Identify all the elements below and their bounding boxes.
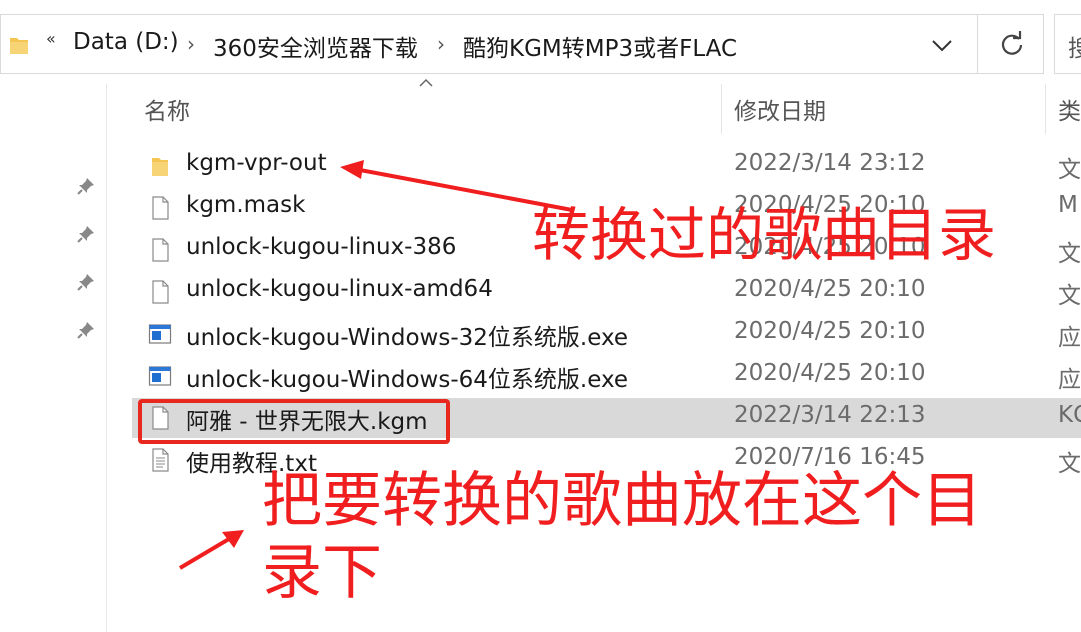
file-name: unlock-kugou-Windows-64位系统版.exe <box>186 367 629 393</box>
file-date: 2022/3/14 23:12 <box>734 150 926 176</box>
exe-icon <box>148 324 172 344</box>
navigation-pane <box>0 80 106 632</box>
sort-ascending-icon <box>419 78 433 87</box>
column-divider[interactable] <box>721 84 722 134</box>
column-header-name[interactable]: 名称 <box>144 92 190 126</box>
file-row[interactable]: unlock-kugou-linux-amd64 2020/4/25 20:10… <box>132 272 1081 312</box>
breadcrumb-downloads[interactable]: 360安全浏览器下载 <box>213 29 418 63</box>
exe-icon <box>148 366 172 386</box>
chevron-down-icon[interactable] <box>931 39 953 53</box>
file-type: 文 <box>1058 451 1081 477</box>
file-type: KG <box>1058 402 1081 428</box>
file-name: kgm.mask <box>186 192 306 218</box>
file-row[interactable]: kgm-vpr-out 2022/3/14 23:12 文 <box>132 146 1081 186</box>
breadcrumb-drive[interactable]: Data (D:) <box>73 29 179 55</box>
pin-icon[interactable] <box>76 272 96 292</box>
file-name: unlock-kugou-Windows-32位系统版.exe <box>186 325 629 351</box>
file-type: 文 <box>1058 241 1081 267</box>
file-type: 应 <box>1058 325 1081 351</box>
file-type: 文 <box>1058 157 1081 183</box>
address-divider <box>977 15 978 73</box>
file-type: 应 <box>1058 367 1081 393</box>
breadcrumb-current-folder[interactable]: 酷狗KGM转MP3或者FLAC <box>463 29 737 63</box>
column-header-modified[interactable]: 修改日期 <box>734 92 826 126</box>
search-placeholder: 搜 <box>1068 36 1081 62</box>
address-bar[interactable]: « Data (D:) › 360安全浏览器下载 › 酷狗KGM转MP3或者FL… <box>0 14 1044 74</box>
file-row[interactable]: unlock-kugou-Windows-64位系统版.exe 2020/4/2… <box>132 356 1081 396</box>
file-explorer-window: « Data (D:) › 360安全浏览器下载 › 酷狗KGM转MP3或者FL… <box>0 0 1081 632</box>
file-name: unlock-kugou-linux-amd64 <box>186 276 493 302</box>
breadcrumb-separator-icon[interactable]: › <box>187 32 195 56</box>
pin-icon[interactable] <box>76 320 96 340</box>
annotation-input-dir: 把要转换的歌曲放在这个目录下 <box>262 466 982 608</box>
column-header-type[interactable]: 类 <box>1058 92 1081 126</box>
folder-icon <box>152 158 168 176</box>
pin-icon[interactable] <box>76 176 96 196</box>
highlight-box <box>138 399 450 444</box>
refresh-icon[interactable] <box>999 31 1025 57</box>
file-icon <box>152 196 169 220</box>
file-type: 文 <box>1058 283 1081 309</box>
text-file-icon <box>152 448 169 472</box>
arrow-to-input-file <box>178 530 244 570</box>
file-date: 2020/4/25 20:10 <box>734 360 926 386</box>
pin-icon[interactable] <box>76 224 96 244</box>
file-name: unlock-kugou-linux-386 <box>186 234 457 260</box>
pane-divider[interactable] <box>106 84 107 632</box>
file-icon <box>152 238 169 262</box>
file-icon <box>152 280 169 304</box>
annotation-output-dir: 转换过的歌曲目录 <box>532 201 997 269</box>
folder-icon <box>10 38 28 54</box>
overflow-chevron-icon[interactable]: « <box>46 29 56 48</box>
breadcrumb-separator-icon[interactable]: › <box>437 32 445 56</box>
column-divider[interactable] <box>1045 84 1046 134</box>
search-input[interactable]: 搜 <box>1054 14 1081 74</box>
file-type: M <box>1058 192 1078 218</box>
file-name: kgm-vpr-out <box>186 150 327 176</box>
file-date: 2020/4/25 20:10 <box>734 318 926 344</box>
file-row[interactable]: unlock-kugou-Windows-32位系统版.exe 2020/4/2… <box>132 314 1081 354</box>
file-date: 2022/3/14 22:13 <box>734 402 926 428</box>
file-date: 2020/4/25 20:10 <box>734 276 926 302</box>
